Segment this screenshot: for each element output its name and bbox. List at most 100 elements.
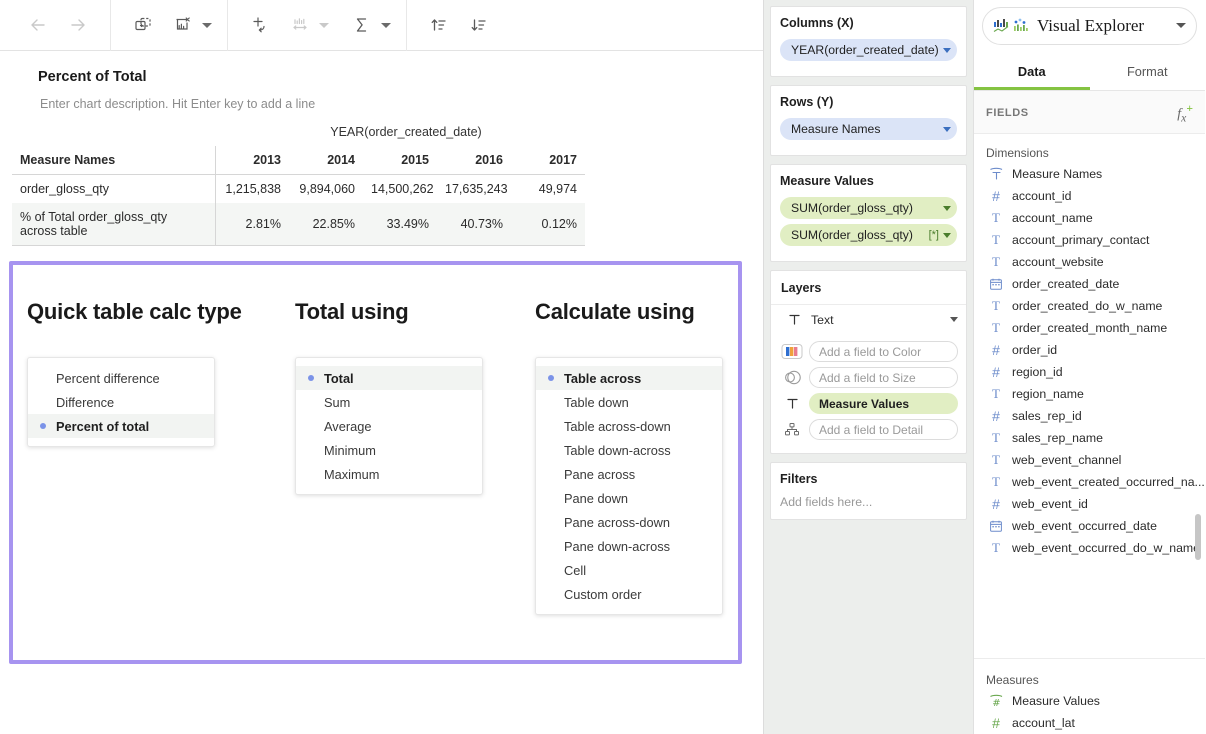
chevron-down-icon[interactable] xyxy=(1176,23,1186,28)
field-item[interactable]: order_created_date xyxy=(974,273,1205,295)
columns-shelf[interactable]: Columns (X) YEAR(order_created_date) xyxy=(770,6,967,77)
rows-shelf-title: Rows (Y) xyxy=(780,95,957,109)
radio-icon xyxy=(304,375,318,381)
calc-option-label: Table down xyxy=(564,395,629,410)
calc-option[interactable]: Percent difference xyxy=(28,366,214,390)
calc-option[interactable]: Pane across-down xyxy=(536,510,722,534)
forward-button[interactable] xyxy=(58,5,98,45)
calc-option[interactable]: Average xyxy=(296,414,482,438)
field-item[interactable]: #sales_rep_id xyxy=(974,405,1205,427)
calc-option-label: Percent of total xyxy=(56,419,149,434)
clear-sheet-dropdown[interactable] xyxy=(199,5,215,45)
field-item[interactable]: #account_id xyxy=(974,185,1205,207)
field-item[interactable]: #web_event_id xyxy=(974,493,1205,515)
calc-option[interactable]: Minimum xyxy=(296,438,482,462)
field-item[interactable]: Torder_created_do_w_name xyxy=(974,295,1205,317)
calc-option[interactable]: Table down xyxy=(536,390,722,414)
calc-option-label: Table down-across xyxy=(564,443,671,458)
calc-column-3: Calculate using Table across Table down Tab… xyxy=(535,299,735,615)
sort-descending-button[interactable] xyxy=(459,5,499,45)
scrollbar-thumb[interactable] xyxy=(1195,514,1201,560)
field-item[interactable]: #region_id xyxy=(974,361,1205,383)
shelf-pill-rows[interactable]: Measure Names xyxy=(780,118,957,140)
rows-shelf[interactable]: Rows (Y) Measure Names xyxy=(770,85,967,156)
calc-option[interactable]: Table down-across xyxy=(536,438,722,462)
chevron-down-icon[interactable] xyxy=(943,206,951,211)
calc-option[interactable]: Custom order xyxy=(536,582,722,606)
field-item[interactable]: #account_lat xyxy=(974,712,1205,734)
field-label: web_event_channel xyxy=(1012,453,1121,467)
table-cell: 2.81% xyxy=(215,203,289,246)
filters-card[interactable]: Filters Add fields here... xyxy=(770,462,967,520)
totals-button[interactable] xyxy=(342,5,382,45)
mark-type-selector[interactable]: Text xyxy=(771,304,966,334)
chevron-down-icon[interactable] xyxy=(943,127,951,132)
calc-option[interactable]: Sum xyxy=(296,390,482,414)
tab-format[interactable]: Format xyxy=(1090,51,1206,90)
field-item[interactable]: Tsales_rep_name xyxy=(974,427,1205,449)
calc-option[interactable]: Pane down xyxy=(536,486,722,510)
shelf-pill-measure-2[interactable]: SUM(order_gloss_qty) [*] xyxy=(780,224,957,246)
field-item[interactable]: Taccount_website xyxy=(974,251,1205,273)
calc-option[interactable]: Cell xyxy=(536,558,722,582)
svg-text:#: # xyxy=(992,698,1000,708)
toolbar-divider xyxy=(110,0,111,51)
calc-option[interactable]: Table across xyxy=(536,366,722,390)
measure-values-shelf[interactable]: Measure Values SUM(order_gloss_qty) SUM(… xyxy=(770,164,967,262)
field-item[interactable]: Taccount_name xyxy=(974,207,1205,229)
back-button[interactable] xyxy=(18,5,58,45)
fit-dropdown[interactable] xyxy=(316,5,332,45)
field-item[interactable]: Tregion_name xyxy=(974,383,1205,405)
field-item[interactable]: Torder_created_month_name xyxy=(974,317,1205,339)
calc-option[interactable]: Total xyxy=(296,366,482,390)
field-item[interactable]: Tweb_event_created_occurred_na... xyxy=(974,471,1205,493)
sidebar-scrollbar[interactable] xyxy=(1197,174,1203,654)
pill-label: SUM(order_gloss_qty) xyxy=(791,201,943,215)
calc-option[interactable]: Difference xyxy=(28,390,214,414)
field-item[interactable]: Measure Names xyxy=(974,163,1205,185)
table-calc-badge: [*] xyxy=(929,229,939,241)
tab-data[interactable]: Data xyxy=(974,51,1090,90)
color-slot[interactable]: Add a field to Color xyxy=(809,341,958,362)
calc-column-heading: Calculate using xyxy=(535,299,735,325)
fields-label: FIELDS xyxy=(986,107,1029,119)
sort-ascending-button[interactable] xyxy=(419,5,459,45)
text-slot-label: Measure Values xyxy=(819,397,951,411)
shelf-pill-columns[interactable]: YEAR(order_created_date) xyxy=(780,39,957,61)
field-item[interactable]: Tweb_event_occurred_do_w_name xyxy=(974,537,1205,559)
text-slot[interactable]: Measure Values xyxy=(809,393,958,414)
radio-icon xyxy=(36,375,50,381)
field-item[interactable]: Tweb_event_channel xyxy=(974,449,1205,471)
calc-option[interactable]: Table across-down xyxy=(536,414,722,438)
calc-column-2: Total usingTotalSumAverageMinimumMaximum xyxy=(295,299,535,615)
field-item[interactable]: web_event_occurred_date xyxy=(974,515,1205,537)
clear-sheet-button[interactable] xyxy=(163,5,203,45)
duplicate-sheet-button[interactable] xyxy=(123,5,163,45)
field-item[interactable]: #order_id xyxy=(974,339,1205,361)
text-icon: T xyxy=(992,452,1000,468)
detail-slot[interactable]: Add a field to Detail xyxy=(809,419,958,440)
fields-list[interactable]: Dimensions Measure Names#account_idTacco… xyxy=(974,134,1205,658)
chevron-down-icon[interactable] xyxy=(950,317,958,322)
calc-option[interactable]: Maximum xyxy=(296,462,482,486)
add-calculated-field-icon[interactable]: fx+ xyxy=(1177,102,1193,124)
swap-axes-button[interactable] xyxy=(240,5,280,45)
toolbar-group-layout xyxy=(240,0,394,51)
field-item[interactable]: Taccount_primary_contact xyxy=(974,229,1205,251)
field-item[interactable]: #Measure Values xyxy=(974,690,1205,712)
size-slot[interactable]: Add a field to Size xyxy=(809,367,958,388)
shelf-pill-measure-1[interactable]: SUM(order_gloss_qty) xyxy=(780,197,957,219)
field-label: order_created_month_name xyxy=(1012,321,1167,335)
totals-dropdown[interactable] xyxy=(378,5,394,45)
sheet-description[interactable]: Enter chart description. Hit Enter key t… xyxy=(40,97,763,111)
calc-option[interactable]: Percent of total xyxy=(28,414,214,438)
fit-button[interactable] xyxy=(280,5,320,45)
chevron-down-icon[interactable] xyxy=(943,48,951,53)
calc-option[interactable]: Pane down-across xyxy=(536,534,722,558)
chevron-down-icon[interactable] xyxy=(943,233,951,238)
pill-label: SUM(order_gloss_qty) xyxy=(791,228,929,242)
color-icon xyxy=(779,342,805,362)
visual-explorer-selector[interactable]: Visual Explorer xyxy=(982,7,1197,45)
calc-option[interactable]: Pane across xyxy=(536,462,722,486)
table-column-label: 2014 xyxy=(289,146,363,175)
